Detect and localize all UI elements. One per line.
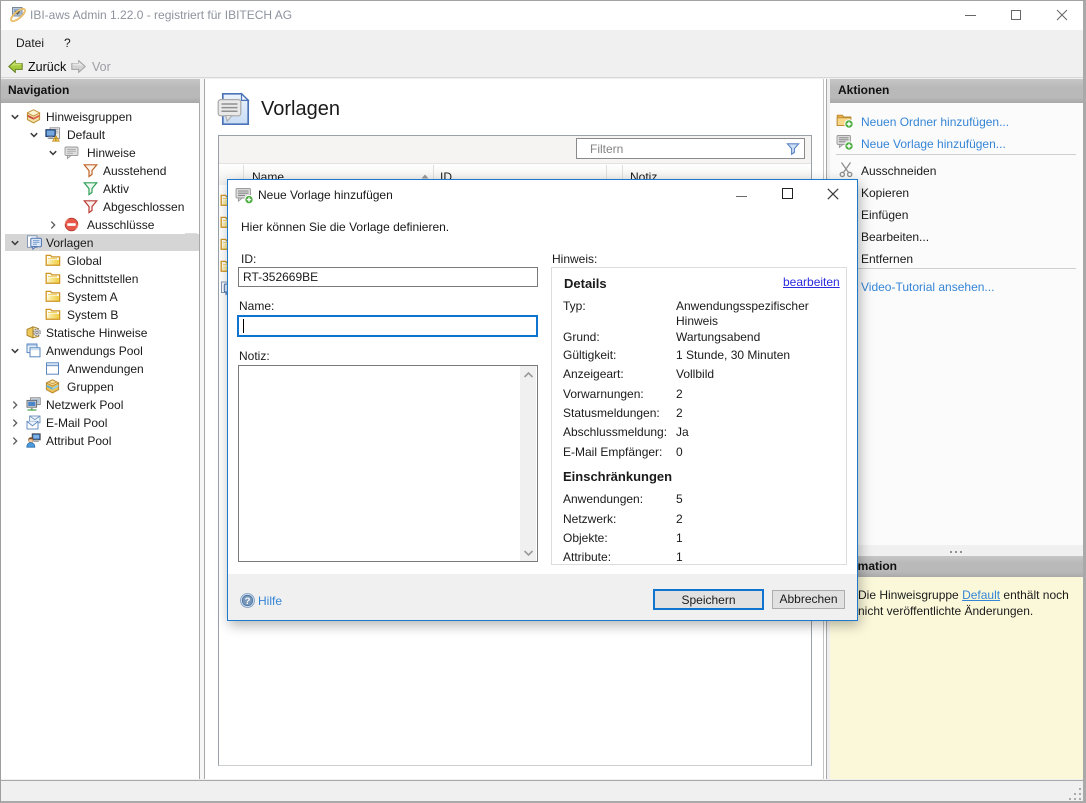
svg-text:?: ?	[245, 596, 251, 607]
